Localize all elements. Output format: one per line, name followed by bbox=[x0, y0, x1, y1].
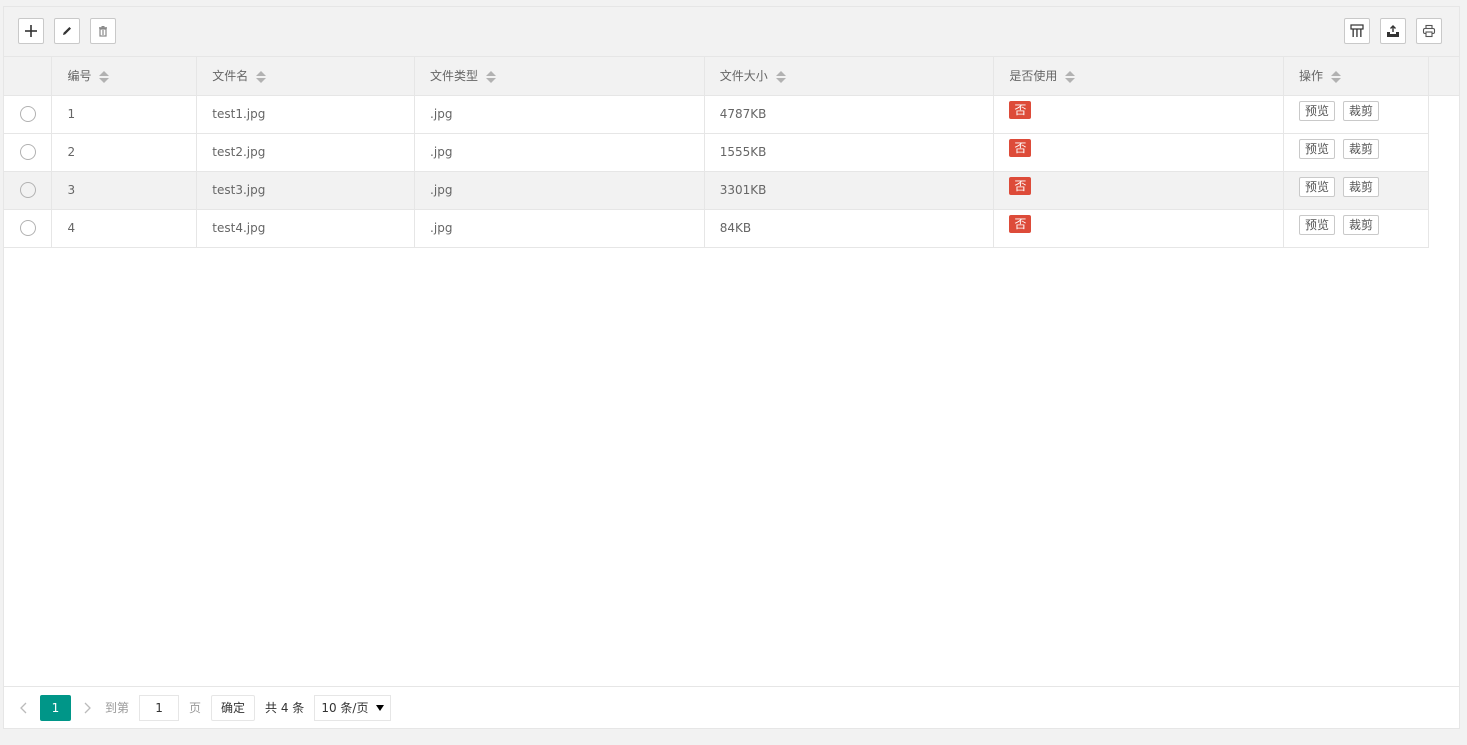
row-radio[interactable] bbox=[19, 144, 36, 160]
page-label: 页 bbox=[189, 701, 202, 715]
table-row[interactable]: 1 test1.jpg .jpg 4787KB 否 预览 裁剪 bbox=[4, 94, 1459, 134]
crop-button[interactable]: 裁剪 bbox=[1342, 176, 1379, 197]
cell-filesize: 4787KB bbox=[703, 94, 995, 134]
sort-icon[interactable] bbox=[256, 70, 267, 83]
cell-filename: test3.jpg bbox=[196, 170, 416, 210]
preview-button[interactable]: 预览 bbox=[1298, 176, 1335, 197]
cell-filename: test2.jpg bbox=[196, 132, 416, 172]
columns-button[interactable] bbox=[1344, 18, 1370, 44]
cell-id: 2 bbox=[51, 132, 198, 172]
add-button[interactable] bbox=[18, 18, 44, 44]
cell-filetype: .jpg bbox=[414, 208, 705, 248]
cell-filesize: 84KB bbox=[703, 208, 995, 248]
header-select bbox=[4, 57, 53, 96]
pencil-icon bbox=[63, 27, 71, 35]
crop-button[interactable]: 裁剪 bbox=[1342, 214, 1379, 235]
header-filesize[interactable]: 文件大小 bbox=[703, 57, 995, 96]
chevron-left-icon bbox=[20, 702, 27, 713]
plus-icon bbox=[25, 25, 37, 37]
pagination: 1 到第 页 确定 共 4 条 10 条/页 bbox=[4, 686, 1459, 728]
goto-page-input[interactable] bbox=[139, 694, 180, 721]
header-actions[interactable]: 操作 bbox=[1282, 57, 1429, 96]
cell-id: 3 bbox=[51, 170, 198, 210]
goto-label: 到第 bbox=[105, 701, 130, 715]
table-header-row: 编号 文件名 文件类型 文件大小 是否使用 操作 bbox=[4, 57, 1459, 96]
cell-used: 否 bbox=[993, 208, 1284, 248]
edit-button[interactable] bbox=[54, 18, 80, 44]
preview-button[interactable]: 预览 bbox=[1298, 138, 1335, 159]
cell-used: 否 bbox=[993, 94, 1284, 134]
status-badge: 否 bbox=[1009, 176, 1032, 195]
cell-filesize: 1555KB bbox=[703, 132, 995, 172]
table-row[interactable]: 4 test4.jpg .jpg 84KB 否 预览 裁剪 bbox=[4, 208, 1459, 248]
cell-filesize: 3301KB bbox=[703, 170, 995, 210]
export-button[interactable] bbox=[1380, 18, 1406, 44]
crop-button[interactable]: 裁剪 bbox=[1342, 138, 1379, 159]
cell-filename: test1.jpg bbox=[196, 94, 416, 134]
crop-button[interactable]: 裁剪 bbox=[1342, 100, 1379, 121]
trash-icon bbox=[99, 26, 107, 37]
cell-id: 1 bbox=[51, 94, 198, 134]
status-badge: 否 bbox=[1009, 214, 1032, 233]
total-count: 共 4 条 bbox=[265, 701, 305, 715]
cell-used: 否 bbox=[993, 132, 1284, 172]
status-badge: 否 bbox=[1009, 138, 1032, 157]
table-row[interactable]: 2 test2.jpg .jpg 1555KB 否 预览 裁剪 bbox=[4, 132, 1459, 172]
sort-icon[interactable] bbox=[775, 70, 786, 83]
next-page-button[interactable] bbox=[81, 701, 95, 715]
sort-icon[interactable] bbox=[99, 70, 110, 83]
header-id[interactable]: 编号 bbox=[51, 57, 198, 96]
cell-filename: test4.jpg bbox=[196, 208, 416, 248]
header-used[interactable]: 是否使用 bbox=[993, 57, 1284, 96]
table-panel: 编号 文件名 文件类型 文件大小 是否使用 操作 1 test1.jpg .jp… bbox=[3, 6, 1460, 729]
cell-actions: 预览 裁剪 bbox=[1282, 94, 1429, 134]
cell-actions: 预览 裁剪 bbox=[1282, 170, 1429, 210]
cell-actions: 预览 裁剪 bbox=[1282, 208, 1429, 248]
preview-button[interactable]: 预览 bbox=[1298, 214, 1335, 235]
header-filetype[interactable]: 文件类型 bbox=[414, 57, 705, 96]
prev-page-button[interactable] bbox=[16, 701, 30, 715]
current-page[interactable]: 1 bbox=[40, 694, 71, 721]
cell-filetype: .jpg bbox=[414, 94, 705, 134]
status-badge: 否 bbox=[1009, 100, 1032, 119]
cell-used: 否 bbox=[993, 170, 1284, 210]
delete-button[interactable] bbox=[90, 18, 116, 44]
sort-icon[interactable] bbox=[1065, 70, 1076, 83]
table-toolbar bbox=[4, 7, 1459, 57]
cell-id: 4 bbox=[51, 208, 198, 248]
data-table: 编号 文件名 文件类型 文件大小 是否使用 操作 1 test1.jpg .jp… bbox=[4, 57, 1459, 248]
chevron-right-icon bbox=[84, 702, 91, 713]
sort-icon[interactable] bbox=[486, 70, 497, 83]
sort-icon[interactable] bbox=[1330, 70, 1341, 83]
page-size-value: 10 条/页 bbox=[321, 700, 369, 715]
print-icon bbox=[1422, 24, 1436, 38]
preview-button[interactable]: 预览 bbox=[1298, 100, 1335, 121]
caret-down-icon bbox=[376, 704, 385, 711]
row-radio[interactable] bbox=[19, 182, 36, 198]
print-button[interactable] bbox=[1416, 18, 1442, 44]
confirm-goto-button[interactable]: 确定 bbox=[211, 694, 256, 721]
cell-filetype: .jpg bbox=[414, 170, 705, 210]
header-scroll-gutter bbox=[1427, 57, 1459, 96]
cell-filetype: .jpg bbox=[414, 132, 705, 172]
table-row[interactable]: 3 test3.jpg .jpg 3301KB 否 预览 裁剪 bbox=[4, 170, 1459, 210]
columns-icon bbox=[1350, 24, 1364, 37]
row-radio[interactable] bbox=[19, 106, 36, 122]
header-filename[interactable]: 文件名 bbox=[196, 57, 416, 96]
page-size-select[interactable]: 10 条/页 bbox=[314, 694, 392, 721]
cell-actions: 预览 裁剪 bbox=[1282, 132, 1429, 172]
export-icon bbox=[1387, 25, 1399, 37]
row-radio[interactable] bbox=[19, 220, 36, 236]
